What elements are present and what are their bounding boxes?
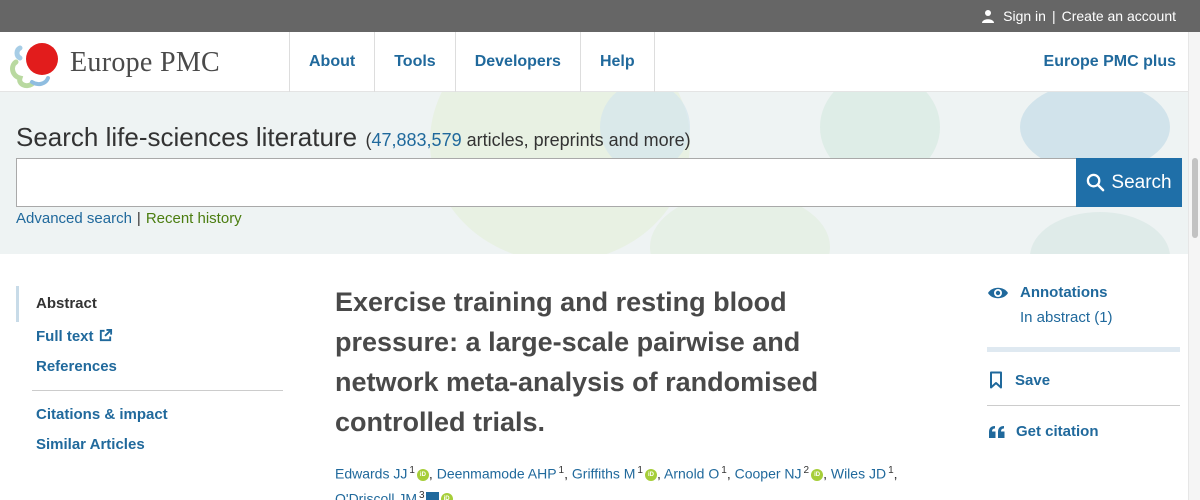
author-link[interactable]: Cooper NJ bbox=[735, 466, 802, 482]
europe-pmc-logo[interactable]: Europe PMC bbox=[8, 36, 268, 90]
envelope-icon[interactable] bbox=[425, 492, 439, 500]
author-affiliation: 1 bbox=[558, 465, 565, 476]
article-sidenav: Abstract Full text References Citations … bbox=[16, 286, 283, 460]
eye-icon bbox=[988, 287, 1008, 298]
search-input[interactable] bbox=[16, 158, 1076, 207]
article-title: Exercise training and resting blood pres… bbox=[335, 287, 819, 437]
author-affiliation: 3 bbox=[419, 489, 425, 500]
recent-history-link[interactable]: Recent history bbox=[146, 210, 242, 227]
europe-pmc-logo-mark bbox=[10, 43, 58, 89]
sidenav-item-citations[interactable]: Citations & impact bbox=[16, 400, 283, 430]
search-button-label: Search bbox=[1111, 171, 1172, 193]
search-links: Advanced search | Recent history bbox=[16, 210, 242, 227]
get-citation-label: Get citation bbox=[1016, 423, 1099, 440]
panel-divider bbox=[987, 405, 1180, 406]
author-affiliation: 1 bbox=[409, 465, 415, 476]
search-links-separator: | bbox=[136, 210, 141, 227]
orcid-icon[interactable]: iD bbox=[811, 468, 824, 481]
author-link[interactable]: Deenmamode AHP bbox=[437, 466, 557, 482]
annotations-link[interactable]: Annotations bbox=[987, 284, 1180, 301]
author-link[interactable]: Edwards JJ bbox=[335, 466, 407, 482]
search-panel: Search life-sciences literature (47,883,… bbox=[0, 92, 1188, 254]
save-label: Save bbox=[1015, 371, 1051, 389]
main-nav: About Tools Developers Help bbox=[289, 32, 655, 92]
quote-icon bbox=[989, 425, 1005, 438]
panel-divider-thick bbox=[987, 347, 1180, 352]
annotations-in-abstract-link[interactable]: In abstract (1) bbox=[1020, 309, 1180, 326]
search-heading: Search life-sciences literature (47,883,… bbox=[16, 122, 691, 153]
author-affiliation: 1 bbox=[888, 465, 894, 476]
get-citation-button[interactable]: Get citation bbox=[987, 423, 1180, 440]
account-links-separator: | bbox=[1051, 8, 1056, 24]
search-icon bbox=[1087, 173, 1105, 192]
top-utility-bar: Sign in | Create an account bbox=[0, 0, 1200, 32]
author-link[interactable]: O'Driscoll JM bbox=[335, 490, 417, 500]
external-link-icon bbox=[99, 328, 112, 342]
bookmark-icon bbox=[990, 371, 1002, 389]
author-affiliation: 2 bbox=[803, 465, 810, 476]
orcid-icon[interactable]: iD bbox=[644, 468, 657, 481]
sidenav-item-label: Full text bbox=[36, 328, 94, 345]
author-link[interactable]: Griffiths M bbox=[572, 466, 636, 482]
article-count: (47,883,579 articles, preprints and more… bbox=[366, 130, 691, 150]
account-links: Sign in | Create an account bbox=[981, 0, 1176, 32]
save-button[interactable]: Save bbox=[987, 371, 1180, 389]
page-scrollbar[interactable] bbox=[1188, 32, 1200, 500]
search-button[interactable]: Search bbox=[1076, 158, 1182, 207]
author-list: Edwards JJ 1 iD, Deenmamode AHP 1, Griffith… bbox=[335, 460, 935, 500]
nav-tools[interactable]: Tools bbox=[375, 32, 456, 92]
orcid-icon[interactable]: iD bbox=[416, 468, 429, 481]
sign-in-link[interactable]: Sign in bbox=[1003, 8, 1046, 24]
article-count-suffix: articles, preprints and more) bbox=[461, 130, 691, 150]
annotations-label: Annotations bbox=[1020, 284, 1108, 301]
author-affiliation: 1 bbox=[637, 465, 643, 476]
orcid-icon[interactable]: iD bbox=[440, 493, 453, 500]
author-affiliation: 1 bbox=[721, 465, 727, 476]
nav-about[interactable]: About bbox=[290, 32, 376, 92]
author-link[interactable]: Arnold O bbox=[664, 466, 719, 482]
logo-text: Europe PMC bbox=[70, 47, 220, 78]
sidenav-item-full-text[interactable]: Full text bbox=[16, 322, 283, 352]
sidenav-item-abstract[interactable]: Abstract bbox=[16, 286, 283, 322]
advanced-search-link[interactable]: Advanced search bbox=[16, 210, 132, 227]
site-header: Europe PMC About Tools Developers Help E… bbox=[0, 32, 1188, 92]
nav-help[interactable]: Help bbox=[581, 32, 655, 92]
europe-pmc-plus-link[interactable]: Europe PMC plus bbox=[1044, 32, 1176, 92]
create-account-link[interactable]: Create an account bbox=[1062, 8, 1176, 24]
sidenav-divider bbox=[32, 390, 283, 391]
author-link[interactable]: Wiles JD bbox=[831, 466, 886, 482]
article-count-number: 47,883,579 bbox=[371, 130, 462, 150]
background-blob bbox=[1030, 212, 1170, 254]
scrollbar-thumb[interactable] bbox=[1192, 158, 1198, 238]
nav-developers[interactable]: Developers bbox=[456, 32, 581, 92]
sidenav-item-references[interactable]: References bbox=[16, 352, 283, 382]
search-title: Search life-sciences literature bbox=[16, 122, 358, 152]
article-tools-panel: Annotations In abstract (1) Save Get cit… bbox=[987, 284, 1180, 440]
sidenav-item-similar-articles[interactable]: Similar Articles bbox=[16, 430, 283, 460]
user-icon bbox=[982, 10, 995, 23]
